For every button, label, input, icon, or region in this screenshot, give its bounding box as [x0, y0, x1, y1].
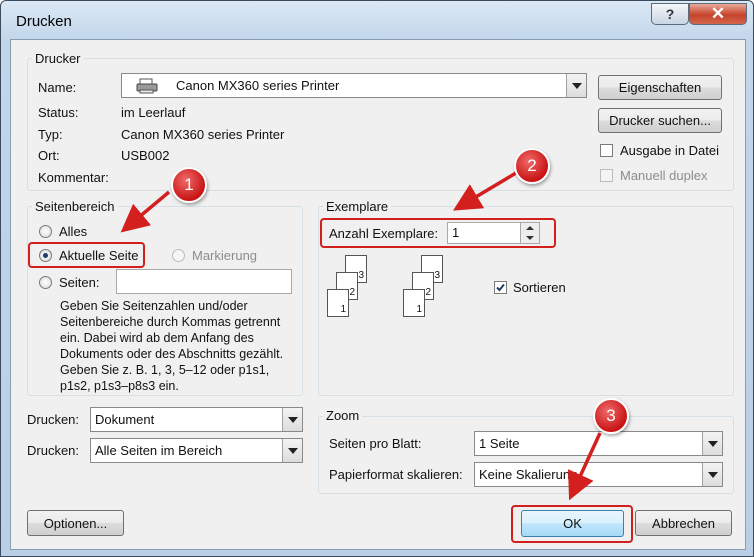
- help-icon: ?: [665, 6, 675, 22]
- print-dialog: Drucken ? ✕ Drucker Name: Canon MX360 se…: [0, 0, 754, 557]
- callout-arrows: [120, 171, 602, 501]
- callout-badge-2: 2: [514, 148, 550, 184]
- dialog-body: Drucker Name: Canon MX360 series Printer…: [10, 39, 746, 550]
- close-icon: ✕: [710, 4, 726, 23]
- callout-badge-1: 1: [171, 167, 207, 203]
- callout-arrow-3: [568, 432, 602, 501]
- dialog-title: Drucken: [16, 13, 72, 30]
- title-bar: Drucken ? ✕: [1, 1, 753, 41]
- callout-badge-3: 3: [593, 398, 629, 434]
- callout-arrow-2: [452, 171, 517, 211]
- help-button[interactable]: ?: [651, 3, 689, 25]
- close-button[interactable]: ✕: [689, 3, 747, 25]
- callout-arrow-1: [120, 190, 171, 233]
